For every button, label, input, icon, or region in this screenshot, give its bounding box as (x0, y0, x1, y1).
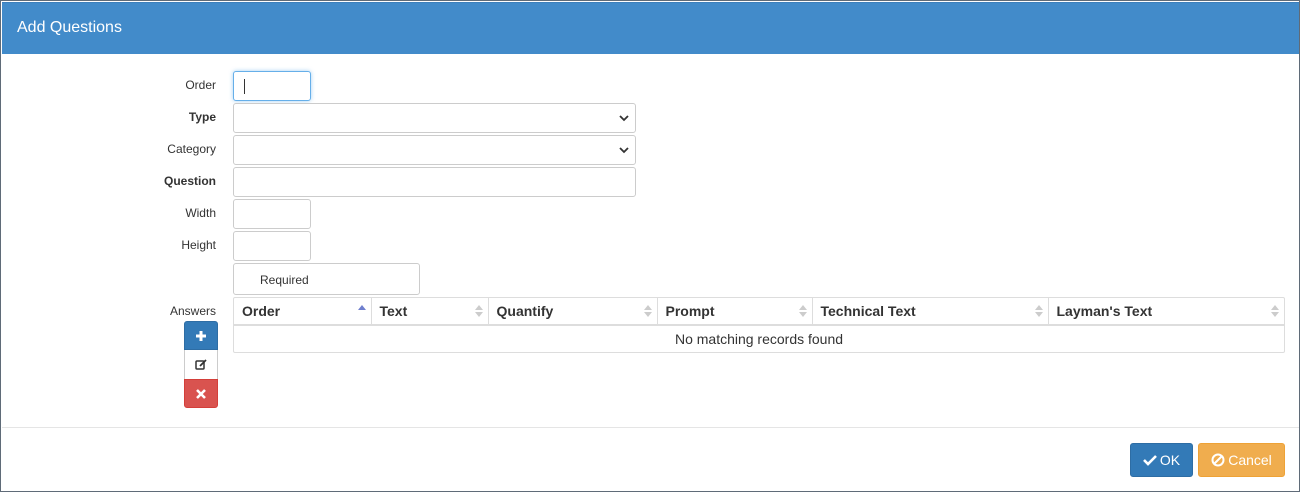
text-caret (244, 79, 245, 94)
cancel-button[interactable]: Cancel (1198, 443, 1285, 477)
chevron-down-icon (619, 147, 629, 154)
width-label: Width (185, 206, 216, 220)
question-input[interactable] (233, 167, 636, 197)
add-answer-button[interactable] (184, 321, 218, 350)
sort-icon (1034, 305, 1043, 317)
column-header-quantify[interactable]: Quantify (488, 298, 658, 326)
edit-answer-button[interactable] (184, 350, 218, 379)
modal-header: Add Questions (2, 2, 1299, 54)
ok-label: OK (1159, 452, 1181, 468)
column-header-laymans-text[interactable]: Layman's Text (1048, 298, 1284, 326)
answers-toolbar (184, 321, 218, 408)
footer-divider (2, 427, 1299, 428)
delete-answer-button[interactable] (184, 379, 218, 408)
required-label: Required (260, 273, 309, 287)
sort-asc-icon (357, 305, 366, 310)
category-label: Category (167, 142, 216, 156)
table-row: No matching records found (234, 325, 1284, 352)
category-select[interactable] (233, 135, 636, 165)
cancel-label: Cancel (1228, 452, 1272, 468)
column-header-technical-text[interactable]: Technical Text (812, 298, 1049, 326)
width-input[interactable] (233, 199, 311, 229)
type-select[interactable] (233, 103, 636, 133)
chevron-down-icon (619, 115, 629, 122)
sort-icon (643, 305, 652, 317)
empty-table-message: No matching records found (674, 331, 844, 347)
modal-title: Add Questions (17, 19, 122, 36)
required-checkbox[interactable]: Required (233, 263, 420, 295)
column-header-prompt[interactable]: Prompt (657, 298, 813, 326)
column-header-text[interactable]: Text (371, 298, 489, 326)
answers-label: Answers (169, 304, 216, 318)
order-label: Order (185, 78, 216, 92)
table-header-row: Order Text Quantify Prompt Technical Tex… (234, 298, 1284, 326)
height-input[interactable] (233, 231, 311, 261)
type-label: Type (188, 110, 216, 124)
order-input[interactable] (233, 71, 311, 101)
delete-icon (196, 388, 206, 399)
answers-table: Order Text Quantify Prompt Technical Tex… (233, 297, 1285, 353)
check-icon (1142, 455, 1157, 466)
height-label: Height (181, 238, 216, 252)
plus-icon (196, 330, 206, 341)
ok-button[interactable]: OK (1130, 443, 1193, 477)
question-label: Question (163, 174, 216, 188)
sort-icon (798, 305, 807, 317)
edit-icon (195, 358, 207, 370)
sort-icon (474, 305, 483, 317)
column-header-order[interactable]: Order (234, 298, 372, 326)
add-questions-modal: Add Questions Order Type Category Questi… (0, 0, 1300, 492)
sort-icon (1271, 305, 1279, 317)
ban-icon (1211, 453, 1225, 467)
